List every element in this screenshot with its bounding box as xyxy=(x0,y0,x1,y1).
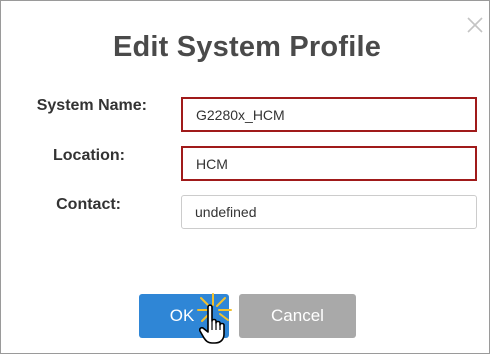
dialog-title: Edit System Profile xyxy=(112,31,382,63)
system-name-field[interactable] xyxy=(181,97,477,132)
edit-system-profile-dialog: Edit System Profile System Name: Locatio… xyxy=(0,0,490,354)
ok-button[interactable]: OK xyxy=(139,294,229,338)
contact-label: Contact: xyxy=(56,196,121,213)
contact-field[interactable] xyxy=(181,195,477,229)
location-field[interactable] xyxy=(181,146,477,181)
system-name-label: System Name: xyxy=(36,97,147,114)
cancel-button[interactable]: Cancel xyxy=(239,294,356,338)
location-label: Location: xyxy=(53,147,125,164)
cancel-button-label: Cancel xyxy=(271,306,324,325)
ok-button-label: OK xyxy=(169,306,195,325)
